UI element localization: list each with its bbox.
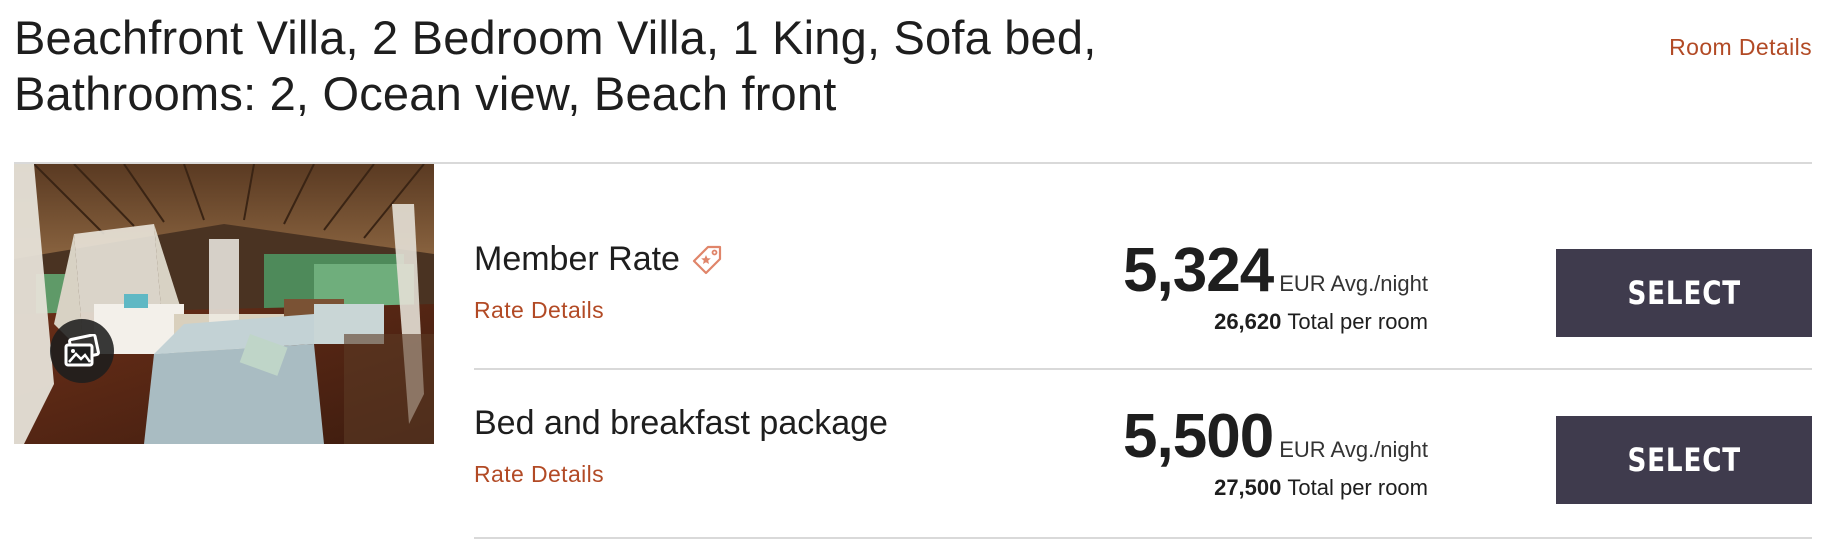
rate-row: Bed and breakfast package Rate Details 5… <box>474 376 1812 526</box>
rate-details-link[interactable]: Rate Details <box>474 461 604 488</box>
divider <box>474 537 1812 539</box>
rate-details-link[interactable]: Rate Details <box>474 297 604 324</box>
gallery-icon[interactable] <box>50 319 114 383</box>
total-label: Total per room <box>1287 475 1428 500</box>
select-button[interactable]: SELECT <box>1556 416 1812 504</box>
room-photo[interactable] <box>14 164 434 444</box>
rate-row: Member Rate Rate Details 5,324 EUR Avg./… <box>474 210 1812 360</box>
price-block: 5,324 EUR Avg./night 26,620 Total per roo… <box>1028 210 1428 340</box>
select-button[interactable]: SELECT <box>1556 249 1812 337</box>
select-button-label: SELECT <box>1627 441 1741 479</box>
room-details-link[interactable]: Room Details <box>1669 34 1812 61</box>
total-price: 27,500 <box>1214 475 1282 500</box>
room-photo-image <box>14 164 434 444</box>
rate-name: Bed and breakfast package <box>474 404 888 442</box>
total-label: Total per room <box>1287 309 1428 334</box>
price-main: 5,500 EUR Avg./night <box>1123 406 1428 468</box>
price-total: 26,620 Total per room <box>1214 309 1428 335</box>
rate-name-container: Member Rate <box>474 240 724 279</box>
price-total: 27,500 Total per room <box>1214 475 1428 501</box>
gallery-icon-glyph <box>64 334 100 367</box>
room-title: Beachfront Villa, 2 Bedroom Villa, 1 Kin… <box>14 11 1097 120</box>
rate-name: Member Rate <box>474 240 680 278</box>
member-tag-icon <box>692 245 722 274</box>
price-unit: EUR Avg./night <box>1279 271 1428 296</box>
avg-nightly-price: 5,500 <box>1123 402 1274 471</box>
divider <box>474 368 1812 370</box>
rate-name-container: Bed and breakfast package <box>474 404 888 443</box>
total-price: 26,620 <box>1214 309 1282 334</box>
price-unit: EUR Avg./night <box>1279 437 1428 462</box>
price-main: 5,324 EUR Avg./night <box>1123 240 1428 302</box>
select-button-label: SELECT <box>1627 274 1741 312</box>
price-block: 5,500 EUR Avg./night 27,500 Total per roo… <box>1028 376 1428 506</box>
avg-nightly-price: 5,324 <box>1123 236 1274 305</box>
